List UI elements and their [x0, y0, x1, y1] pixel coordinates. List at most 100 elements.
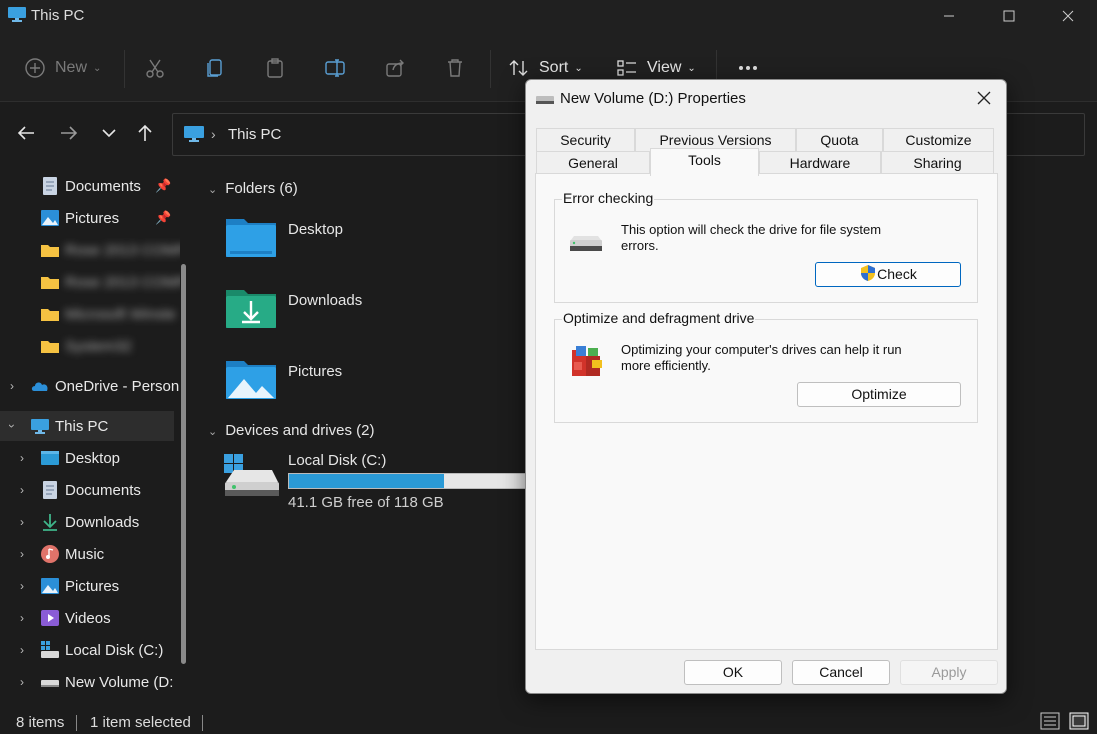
sidebar-item-folder[interactable]: Rose 2013 COMPR: [0, 235, 180, 265]
expand-chevron-icon[interactable]: ›: [10, 379, 14, 393]
this-pc-icon: [31, 419, 49, 434]
optimize-button[interactable]: Optimize: [797, 382, 961, 407]
new-button[interactable]: New ⌄: [24, 52, 101, 84]
sidebar-item-label: Rose 2013 COMPR: [65, 273, 180, 291]
maximize-button[interactable]: [984, 0, 1034, 32]
share-icon: [386, 59, 404, 77]
close-icon: [1062, 10, 1074, 22]
sidebar-item-documents[interactable]: Documents 📌: [0, 171, 180, 201]
close-icon[interactable]: [974, 88, 994, 108]
copy-button[interactable]: [204, 52, 226, 84]
sidebar-item-documents[interactable]: › Documents: [0, 475, 180, 505]
back-arrow-icon[interactable]: [15, 122, 37, 144]
expand-chevron-icon[interactable]: ›: [20, 611, 24, 625]
sidebar-item-pictures[interactable]: › Pictures: [0, 571, 180, 601]
sidebar-item-videos[interactable]: › Videos: [0, 603, 180, 633]
cancel-button[interactable]: Cancel: [792, 660, 890, 685]
expand-chevron-icon[interactable]: ›: [20, 515, 24, 529]
sidebar-item-label: Documents: [65, 177, 141, 195]
expand-chevron-icon[interactable]: ›: [20, 451, 24, 465]
new-label: New: [55, 59, 88, 76]
ok-button[interactable]: OK: [684, 660, 782, 685]
toolbar-divider: [490, 50, 491, 88]
dialog-footer: OK Cancel Apply: [526, 650, 1006, 693]
tab-label: Hardware: [789, 155, 851, 171]
pin-icon: 📌: [155, 178, 172, 193]
forward-arrow-icon[interactable]: [58, 122, 80, 144]
expand-chevron-icon[interactable]: ›: [20, 643, 24, 657]
folder-icon: [41, 341, 59, 353]
desktop-folder-icon: [226, 219, 276, 257]
recent-chevron-icon[interactable]: [98, 122, 120, 144]
error-checking-description: This option will check the drive for fil…: [621, 222, 882, 253]
sidebar-item-label: OneDrive - Person: [55, 377, 180, 395]
sidebar-item-local-disk-c[interactable]: › Local Disk (C:): [0, 635, 180, 665]
share-button[interactable]: [384, 52, 406, 84]
collapse-chevron-icon: ⌄: [208, 426, 218, 438]
pictures-icon: [41, 578, 59, 594]
tab-label: General: [568, 155, 618, 171]
folder-tile-downloads[interactable]: Downloads: [224, 284, 484, 336]
drive-tile-local-disk-c[interactable]: Local Disk (C:) 41.1 GB free of 118 GB: [222, 450, 532, 520]
minimize-button[interactable]: [924, 0, 974, 32]
sidebar-item-music[interactable]: › Music: [0, 539, 180, 569]
close-window-button[interactable]: [1043, 0, 1093, 32]
windows-drive-icon: [224, 454, 279, 496]
expand-chevron-icon[interactable]: ›: [20, 579, 24, 593]
drive-icon: [536, 96, 554, 104]
details-view-icon[interactable]: [1040, 712, 1060, 730]
folder-tile-pictures[interactable]: Pictures: [224, 355, 484, 407]
delete-button[interactable]: [444, 52, 466, 84]
tab-label: Tools: [688, 152, 721, 168]
sidebar-item-this-pc[interactable]: › This PC: [0, 411, 174, 441]
tab-customize[interactable]: Customize: [883, 128, 994, 151]
sidebar-item-downloads[interactable]: › Downloads: [0, 507, 180, 537]
tab-sharing[interactable]: Sharing: [881, 151, 994, 174]
apply-label: Apply: [931, 664, 967, 680]
sidebar-item-label: System32: [65, 337, 132, 355]
drive-label: Local Disk (C:): [288, 452, 387, 469]
sidebar-item-desktop[interactable]: › Desktop: [0, 443, 180, 473]
sidebar-item-label: Documents: [65, 481, 141, 499]
folders-group-header[interactable]: ⌄ Folders (6): [208, 180, 298, 197]
rename-icon: [325, 59, 345, 77]
chevron-down-icon: ⌄: [687, 62, 696, 74]
check-button[interactable]: Check: [815, 262, 961, 287]
properties-dialog: New Volume (D:) Properties Security Prev…: [525, 79, 1007, 694]
folder-tile-desktop[interactable]: Desktop: [224, 213, 484, 265]
breadcrumb-this-pc[interactable]: This PC: [228, 126, 281, 143]
paste-button[interactable]: [264, 52, 286, 84]
tab-general[interactable]: General: [536, 151, 650, 174]
sidebar-item-folder[interactable]: System32: [0, 331, 180, 361]
tiles-view-icon[interactable]: [1069, 712, 1089, 730]
apply-button[interactable]: Apply: [900, 660, 998, 685]
tab-tools[interactable]: Tools: [650, 148, 759, 176]
maximize-icon: [1003, 10, 1015, 22]
ok-label: OK: [722, 664, 744, 680]
drive-free-space: 41.1 GB free of 118 GB: [288, 494, 444, 511]
view-label: View: [647, 59, 682, 76]
sidebar-item-onedrive[interactable]: › OneDrive - Person: [0, 371, 180, 401]
error-checking-group: Error checking This option will check th…: [554, 190, 978, 303]
collapse-chevron-icon[interactable]: ›: [5, 424, 19, 428]
sidebar-item-new-volume-d[interactable]: › New Volume (D:: [0, 667, 180, 697]
expand-chevron-icon[interactable]: ›: [20, 547, 24, 561]
view-icon: [617, 60, 636, 76]
sidebar-item-label: Pictures: [65, 577, 120, 595]
expand-chevron-icon[interactable]: ›: [20, 675, 24, 689]
tab-hardware[interactable]: Hardware: [759, 151, 881, 174]
cut-button[interactable]: [144, 52, 166, 84]
sidebar-scrollbar[interactable]: [181, 264, 186, 664]
tab-quota[interactable]: Quota: [796, 128, 883, 151]
drive-usage-bar: [288, 473, 528, 489]
minimize-icon: [944, 15, 954, 17]
up-arrow-icon[interactable]: [134, 122, 156, 144]
sidebar-item-folder[interactable]: Microsoft Winste: [0, 299, 180, 329]
tab-security[interactable]: Security: [536, 128, 635, 151]
rename-button[interactable]: [324, 52, 346, 84]
drives-group-header[interactable]: ⌄ Devices and drives (2): [208, 422, 374, 439]
expand-chevron-icon[interactable]: ›: [20, 483, 24, 497]
sidebar-item-folder[interactable]: Rose 2013 COMPR: [0, 267, 180, 297]
sidebar-item-pictures[interactable]: Pictures 📌: [0, 203, 180, 233]
status-divider: [202, 715, 203, 731]
